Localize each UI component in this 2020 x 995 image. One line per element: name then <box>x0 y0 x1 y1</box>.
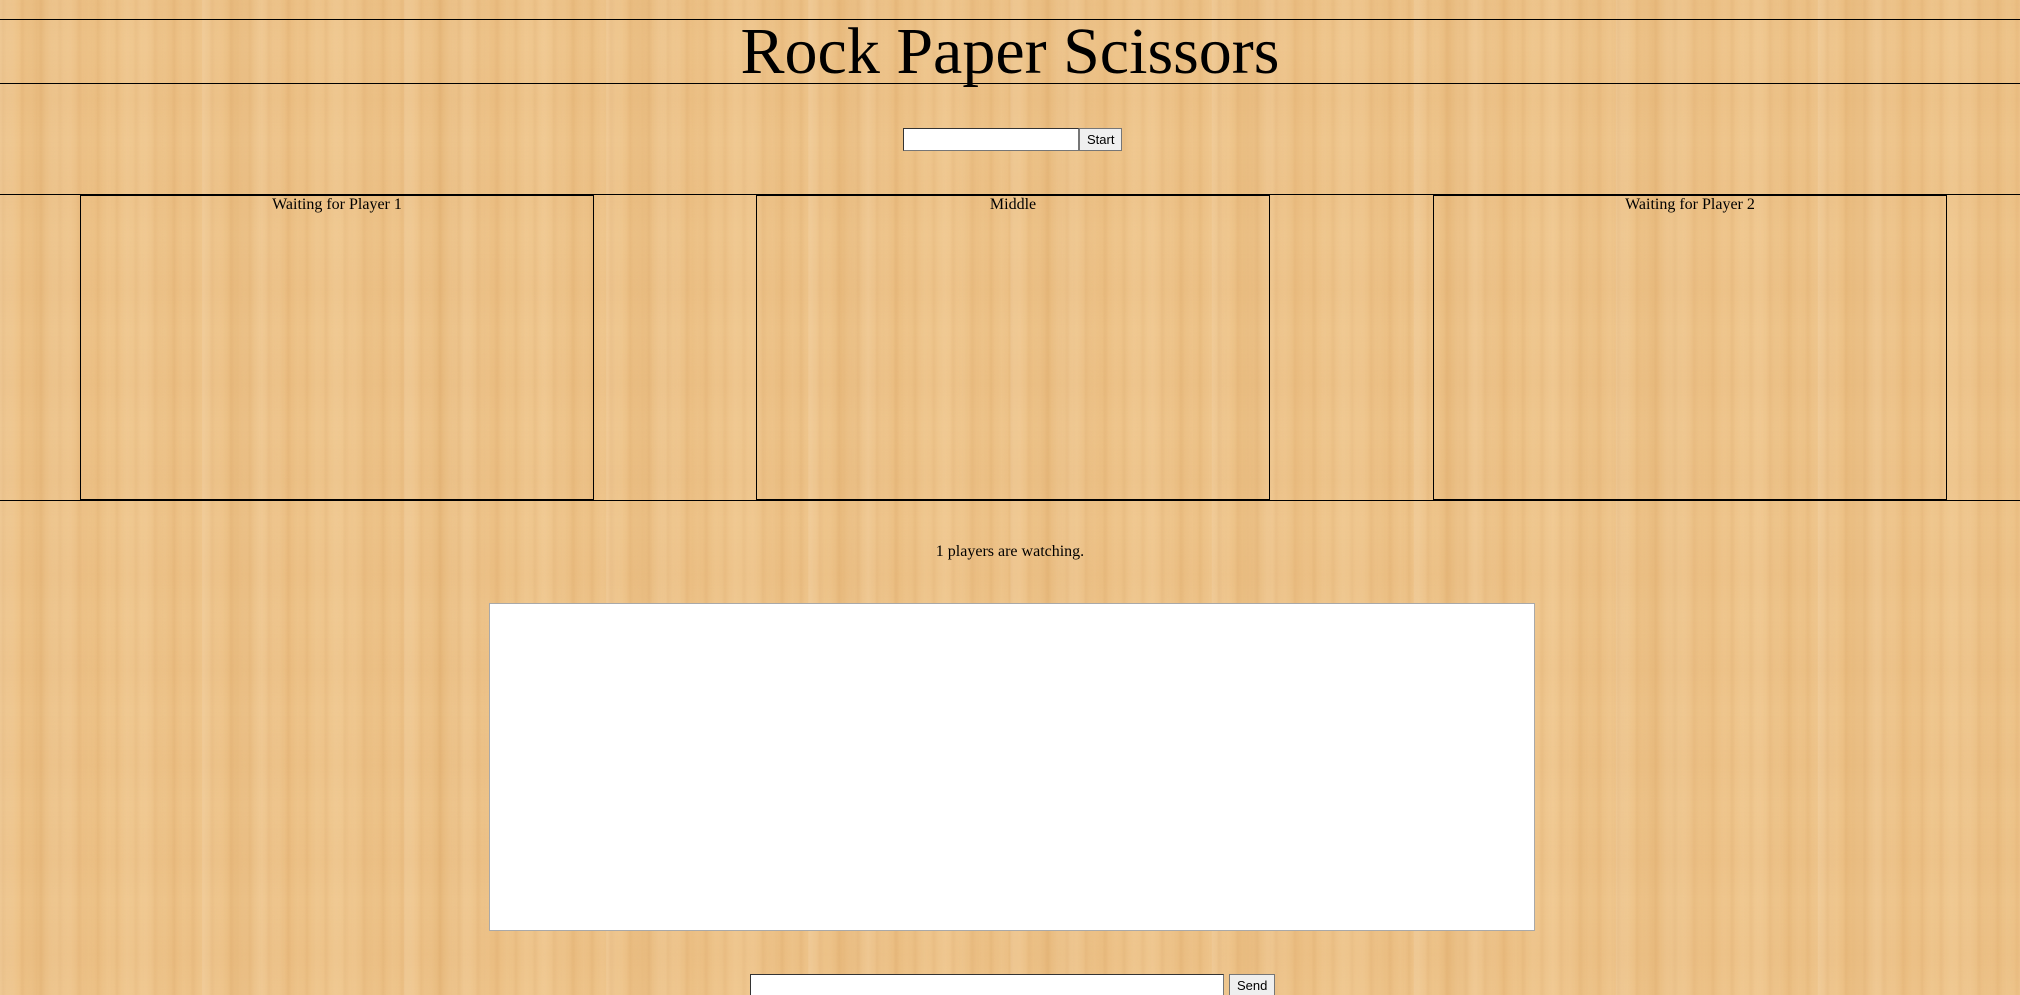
send-button[interactable]: Send <box>1229 974 1276 995</box>
middle-panel: Middle <box>756 195 1270 500</box>
watchers-count: 1 players are watching. <box>935 543 1085 560</box>
player-name-input[interactable] <box>903 128 1079 151</box>
player2-panel[interactable]: Waiting for Player 2 <box>1433 195 1947 500</box>
header-bar: Rock Paper Scissors <box>0 15 2020 88</box>
chat-log[interactable] <box>489 603 1535 931</box>
start-form: Start <box>903 128 1123 151</box>
chat-form: Send <box>750 974 1276 995</box>
player1-panel[interactable]: Waiting for Player 1 <box>80 195 594 500</box>
chat-message-input[interactable] <box>750 974 1224 995</box>
player2-status: Waiting for Player 2 <box>1625 196 1755 213</box>
game-board: Waiting for Player 1 Middle Waiting for … <box>0 194 2020 501</box>
page-title: Rock Paper Scissors <box>740 15 1280 88</box>
player1-status: Waiting for Player 1 <box>272 196 402 213</box>
start-button[interactable]: Start <box>1079 128 1123 151</box>
middle-label: Middle <box>989 196 1037 213</box>
